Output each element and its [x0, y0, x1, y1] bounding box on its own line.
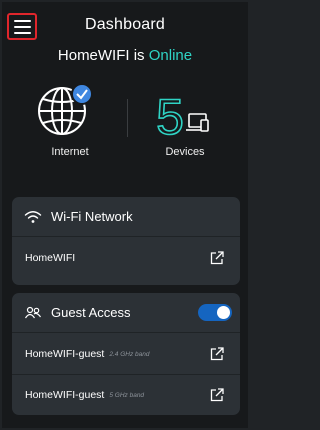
network-band: 5 GHz band — [109, 391, 145, 399]
network-name: HomeWIFI-guest — [25, 348, 105, 360]
network-name: HomeWIFI-guest — [25, 389, 105, 401]
devices-label: Devices — [165, 146, 205, 158]
network-status-text: HomeWIFI is — [57, 47, 145, 64]
toggle-knob — [217, 306, 230, 319]
wifi-icon — [24, 209, 42, 225]
external-link-icon[interactable] — [210, 251, 224, 265]
wifi-network-row[interactable]: HomeWIFI — [12, 238, 240, 278]
stats-divider — [127, 99, 128, 137]
online-status: Online — [148, 47, 193, 64]
guest-network-row[interactable]: HomeWIFI-guest 5 GHz band — [12, 375, 240, 415]
card-divider — [12, 332, 240, 333]
guest-access-title: Guest Access — [51, 305, 131, 320]
external-link-icon[interactable] — [210, 388, 224, 402]
guest-network-row[interactable]: HomeWIFI-guest 2.4 GHz band — [12, 334, 240, 374]
network-band: 2.4 GHz band — [109, 350, 150, 358]
card-divider — [12, 236, 240, 237]
devices-status[interactable]: 5 Devices — [130, 84, 240, 158]
network-status: HomeWIFI is Online — [2, 47, 248, 64]
guests-icon — [24, 305, 42, 321]
external-link-icon[interactable] — [210, 347, 224, 361]
network-name: HomeWIFI — [25, 252, 76, 264]
page-title: Dashboard — [84, 16, 166, 33]
dashboard-screen: Dashboard HomeWIFI is Online Internet 5 — [2, 2, 248, 428]
internet-status[interactable]: Internet — [15, 83, 125, 158]
devices-icon — [186, 113, 209, 132]
wifi-network-title: Wi-Fi Network — [51, 209, 133, 224]
devices-count: 5 — [156, 89, 184, 144]
guest-access-header: Guest Access — [12, 293, 240, 332]
wifi-network-header[interactable]: Wi-Fi Network — [12, 197, 240, 236]
guest-access-toggle[interactable] — [198, 304, 232, 321]
guest-access-card: Guest Access HomeWIFI-guest 2.4 GHz band… — [12, 293, 240, 415]
wifi-network-card: Wi-Fi Network HomeWIFI — [12, 197, 240, 285]
devices-count-graphic: 5 — [155, 88, 209, 146]
globe-icon — [38, 83, 93, 135]
internet-label: Internet — [51, 146, 89, 158]
checkmark-badge-icon — [71, 83, 93, 105]
